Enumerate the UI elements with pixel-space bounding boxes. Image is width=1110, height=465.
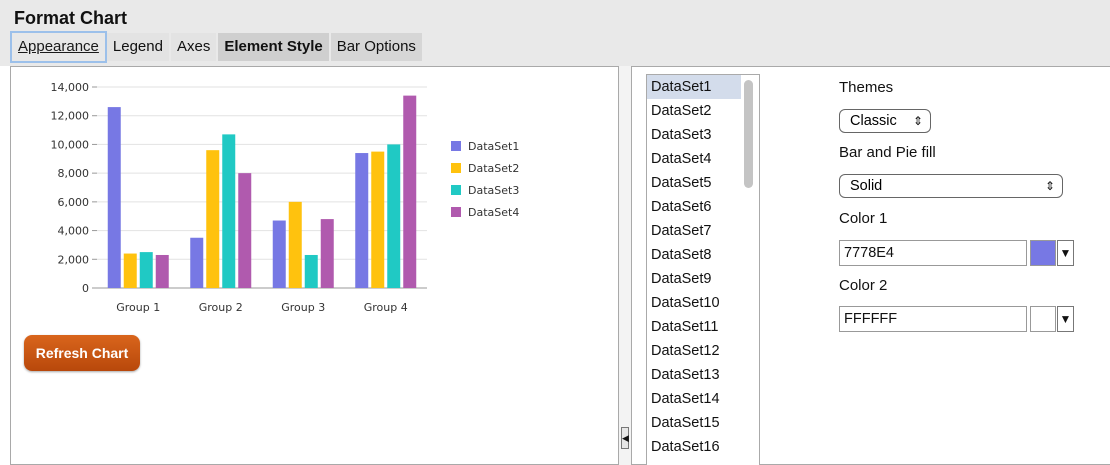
- color2-dropdown-button[interactable]: ▼: [1057, 306, 1074, 332]
- themes-value: Classic: [850, 113, 897, 129]
- list-item-dataset[interactable]: DataSet14: [647, 387, 741, 411]
- refresh-chart-button[interactable]: Refresh Chart: [24, 335, 140, 371]
- bar: [139, 252, 153, 288]
- bar: [355, 153, 369, 288]
- tab-element-style[interactable]: Element Style: [218, 33, 329, 61]
- legend-label: DataSet4: [468, 206, 519, 219]
- legend-swatch: [451, 163, 461, 173]
- list-item-dataset[interactable]: DataSet12: [647, 339, 741, 363]
- y-tick-label: 4,000: [58, 225, 90, 238]
- fill-value: Solid: [850, 178, 883, 194]
- triangle-down-icon: ▼: [1059, 312, 1072, 326]
- bar-chart: 0 2,000 4,000 6,000 8,000 10,000 12,000 14,000 G…: [51, 81, 520, 314]
- tab-bar: Appearance Legend Axes Element Style Bar…: [10, 31, 424, 63]
- y-tick-label: 6,000: [58, 196, 90, 209]
- tab-appearance[interactable]: Appearance: [10, 31, 107, 63]
- triangle-down-icon: ▼: [1059, 246, 1072, 260]
- bar: [123, 253, 137, 288]
- list-item-dataset[interactable]: DataSet5: [647, 171, 741, 195]
- list-item-dataset[interactable]: DataSet8: [647, 243, 741, 267]
- dataset-list[interactable]: DataSet1 DataSet2 DataSet3 DataSet4 DataSet5…: [646, 74, 760, 465]
- list-item-dataset[interactable]: DataSet11: [647, 315, 741, 339]
- splitter[interactable]: [619, 66, 631, 465]
- bar: [403, 95, 417, 288]
- legend-label: DataSet3: [468, 184, 519, 197]
- y-tick-label: 12,000: [51, 110, 90, 123]
- bar: [155, 254, 169, 288]
- x-tick-label: Group 3: [281, 301, 325, 314]
- list-item-dataset[interactable]: DataSet7: [647, 219, 741, 243]
- legend-label: DataSet1: [468, 140, 519, 153]
- list-item-dataset[interactable]: DataSet4: [647, 147, 741, 171]
- bar: [206, 150, 220, 288]
- bar: [238, 173, 252, 288]
- fill-select[interactable]: Solid ⇕: [839, 174, 1063, 198]
- legend-swatch: [451, 207, 461, 217]
- x-tick-label: Group 4: [364, 301, 408, 314]
- themes-label: Themes: [839, 79, 894, 96]
- bar: [304, 254, 318, 288]
- list-item-dataset[interactable]: DataSet13: [647, 363, 741, 387]
- list-item-dataset[interactable]: DataSet15: [647, 411, 741, 435]
- bar: [107, 107, 121, 288]
- bar: [371, 151, 385, 288]
- fill-label: Bar and Pie fill: [839, 144, 936, 161]
- color2-swatch[interactable]: [1030, 306, 1056, 332]
- bar: [190, 237, 204, 288]
- y-tick-label: 0: [82, 282, 89, 295]
- legend-swatch: [451, 185, 461, 195]
- tab-bar-options[interactable]: Bar Options: [330, 33, 422, 61]
- color1-swatch[interactable]: [1030, 240, 1056, 266]
- tab-axes[interactable]: Axes: [170, 33, 217, 61]
- list-item-dataset[interactable]: DataSet6: [647, 195, 741, 219]
- updown-icon: ⇕: [912, 114, 923, 128]
- dialog-header: Format Chart Appearance Legend Axes Elem…: [0, 0, 1110, 66]
- list-item-dataset[interactable]: DataSet10: [647, 291, 741, 315]
- list-item-dataset[interactable]: DataSet3: [647, 123, 741, 147]
- y-tick-label: 2,000: [58, 253, 90, 266]
- legend-swatch: [451, 141, 461, 151]
- bar: [272, 220, 286, 288]
- list-item-dataset[interactable]: DataSet2: [647, 99, 741, 123]
- tab-legend[interactable]: Legend: [106, 33, 169, 61]
- y-tick-label: 8,000: [58, 167, 90, 180]
- color1-dropdown-button[interactable]: ▼: [1057, 240, 1074, 266]
- dialog-title: Format Chart: [14, 8, 128, 28]
- list-item-dataset[interactable]: DataSet16: [647, 435, 741, 459]
- x-tick-label: Group 2: [199, 301, 243, 314]
- updown-icon: ⇕: [1044, 179, 1055, 193]
- list-item-dataset[interactable]: DataSet1: [647, 75, 741, 99]
- list-item-dataset[interactable]: DataSet9: [647, 267, 741, 291]
- bar: [288, 201, 302, 288]
- bar: [320, 219, 334, 288]
- color2-input[interactable]: FFFFFF: [839, 306, 1027, 332]
- list-scrollbar[interactable]: [744, 80, 753, 188]
- chevron-left-icon: ◀: [622, 433, 629, 443]
- y-tick-label: 10,000: [51, 138, 90, 151]
- collapse-handle[interactable]: ◀: [621, 427, 629, 449]
- themes-select[interactable]: Classic ⇕: [839, 109, 931, 133]
- y-tick-label: 14,000: [51, 81, 90, 94]
- color2-label: Color 2: [839, 277, 888, 294]
- x-tick-label: Group 1: [116, 301, 160, 314]
- color1-input[interactable]: 7778E4: [839, 240, 1027, 266]
- color1-label: Color 1: [839, 210, 888, 227]
- legend-label: DataSet2: [468, 162, 519, 175]
- bar: [222, 134, 236, 288]
- bar: [387, 144, 401, 288]
